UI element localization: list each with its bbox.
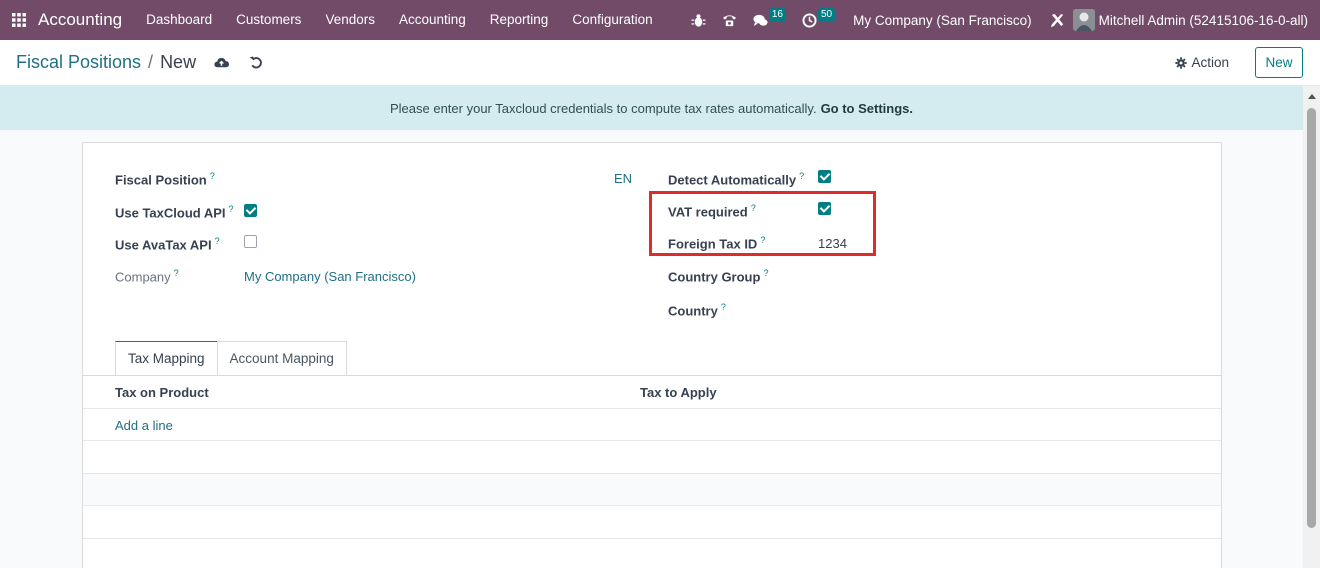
use-avatax-label: Use AvaTax API? bbox=[115, 236, 220, 253]
column-header-tax-on-product[interactable]: Tax on Product bbox=[115, 385, 209, 400]
breadcrumb-current: New bbox=[160, 52, 197, 72]
top-navbar: Accounting Dashboard Customers Vendors A… bbox=[0, 0, 1320, 40]
table-row bbox=[83, 441, 1221, 474]
apps-menu-icon[interactable] bbox=[0, 0, 38, 40]
add-a-line-link[interactable]: Add a line bbox=[115, 418, 173, 433]
menu-item-accounting[interactable]: Accounting bbox=[387, 0, 478, 40]
clock-icon[interactable]: 50 bbox=[794, 0, 843, 40]
tab-account-mapping[interactable]: Account Mapping bbox=[216, 341, 347, 375]
phone-icon[interactable] bbox=[714, 0, 745, 40]
column-header-tax-to-apply[interactable]: Tax to Apply bbox=[640, 385, 717, 400]
user-avatar[interactable] bbox=[1072, 9, 1095, 31]
use-taxcloud-label: Use TaxCloud API? bbox=[115, 204, 234, 221]
gear-icon bbox=[1175, 56, 1188, 69]
scroll-up-arrow-icon[interactable] bbox=[1308, 94, 1316, 99]
breadcrumb-separator: / bbox=[148, 52, 154, 72]
country-label: Country? bbox=[668, 302, 726, 319]
action-menu-button[interactable]: Action bbox=[1175, 55, 1229, 70]
tab-tax-mapping[interactable]: Tax Mapping bbox=[115, 341, 218, 375]
country-group-label: Country Group? bbox=[668, 268, 769, 285]
table-row bbox=[83, 506, 1221, 539]
help-icon: ? bbox=[214, 236, 220, 246]
menu-item-configuration[interactable]: Configuration bbox=[560, 0, 664, 40]
form-sheet: Fiscal Position? EN Use TaxCloud API? Us… bbox=[82, 142, 1222, 568]
menu-item-vendors[interactable]: Vendors bbox=[313, 0, 387, 40]
tax-mapping-table: Tax on Product Tax to Apply Add a line bbox=[83, 375, 1221, 539]
help-icon: ? bbox=[763, 268, 769, 278]
scrollbar-thumb[interactable] bbox=[1307, 108, 1316, 528]
company-switcher[interactable]: My Company (San Francisco) bbox=[843, 13, 1042, 28]
taxcloud-alert: Please enter your Taxcloud credentials t… bbox=[0, 86, 1303, 130]
company-label: Company? bbox=[115, 268, 179, 285]
user-menu[interactable]: Mitchell Admin (52415106-16-0-all) bbox=[1099, 13, 1320, 28]
menu-item-dashboard[interactable]: Dashboard bbox=[134, 0, 224, 40]
help-icon: ? bbox=[173, 268, 179, 278]
help-icon: ? bbox=[799, 171, 805, 181]
menu-item-reporting[interactable]: Reporting bbox=[478, 0, 561, 40]
bug-icon[interactable] bbox=[683, 0, 714, 40]
use-avatax-checkbox[interactable] bbox=[244, 235, 257, 248]
breadcrumb-parent[interactable]: Fiscal Positions bbox=[16, 52, 141, 73]
notebook-tabs: Tax Mapping Account Mapping bbox=[115, 341, 347, 375]
activity-count-badge: 50 bbox=[817, 8, 836, 22]
fiscal-position-label: Fiscal Position? bbox=[115, 171, 215, 188]
help-icon: ? bbox=[720, 302, 726, 312]
table-header-row: Tax on Product Tax to Apply bbox=[83, 376, 1221, 409]
table-row: Add a line bbox=[83, 409, 1221, 441]
company-field[interactable]: My Company (San Francisco) bbox=[244, 269, 416, 284]
chat-count-badge: 16 bbox=[768, 8, 786, 22]
help-icon: ? bbox=[228, 204, 234, 214]
control-panel: Fiscal Positions / New Action New bbox=[0, 40, 1320, 86]
app-brand[interactable]: Accounting bbox=[38, 10, 122, 30]
detect-automatically-label: Detect Automatically? bbox=[668, 171, 805, 188]
language-toggle[interactable]: EN bbox=[614, 171, 632, 186]
action-label: Action bbox=[1191, 55, 1229, 70]
navbar-systray: 16 50 My Company (San Francisco) Mitchel… bbox=[683, 0, 1320, 40]
discard-undo-icon[interactable] bbox=[249, 55, 264, 70]
use-taxcloud-checkbox[interactable] bbox=[244, 204, 257, 217]
menu-item-customers[interactable]: Customers bbox=[224, 0, 313, 40]
page-scrollbar[interactable] bbox=[1303, 86, 1320, 568]
highlight-box bbox=[649, 191, 876, 256]
new-button[interactable]: New bbox=[1255, 47, 1303, 78]
help-icon: ? bbox=[209, 171, 215, 181]
table-row bbox=[83, 473, 1221, 506]
chat-icon[interactable]: 16 bbox=[745, 0, 794, 40]
go-to-settings-link[interactable]: Go to Settings. bbox=[821, 101, 913, 116]
tools-icon[interactable] bbox=[1042, 0, 1073, 40]
alert-message: Please enter your Taxcloud credentials t… bbox=[389, 100, 817, 116]
detect-automatically-checkbox[interactable] bbox=[818, 170, 831, 183]
save-cloud-icon[interactable] bbox=[214, 55, 230, 70]
main-menu: Dashboard Customers Vendors Accounting R… bbox=[134, 0, 665, 40]
